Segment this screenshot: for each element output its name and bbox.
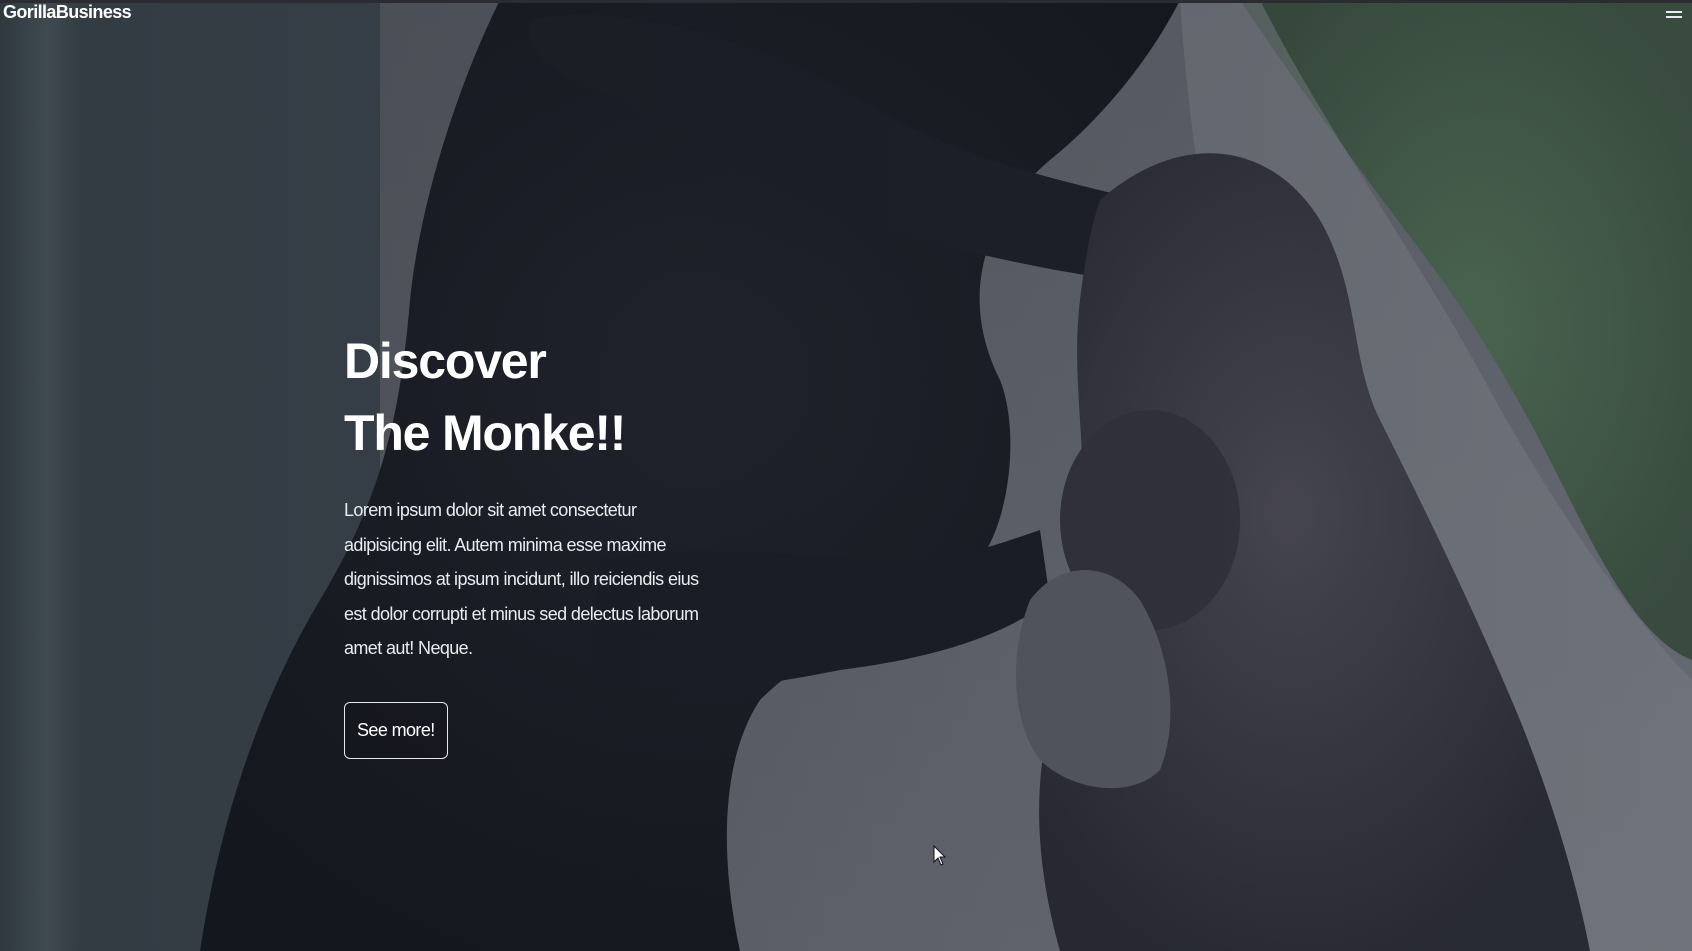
hero-title: Discover The Monke!! bbox=[344, 333, 626, 461]
hero-content: Discover The Monke!! Lorem ipsum dolor s… bbox=[344, 325, 724, 759]
brand-logo[interactable]: GorillaBusiness bbox=[3, 0, 132, 24]
mouse-cursor-icon bbox=[933, 845, 947, 866]
see-more-button[interactable]: See more! bbox=[344, 701, 448, 759]
landing-page: GorillaBusiness Discover The Monke!! Lor… bbox=[0, 0, 1692, 951]
hamburger-menu-icon[interactable] bbox=[1664, 8, 1684, 24]
menu-bar-top bbox=[1666, 11, 1682, 13]
hero-description: Lorem ipsum dolor sit amet consectetur a… bbox=[344, 500, 699, 658]
menu-bar-bottom bbox=[1666, 16, 1682, 18]
hero-overlay bbox=[0, 0, 1692, 951]
top-border bbox=[0, 0, 1692, 3]
